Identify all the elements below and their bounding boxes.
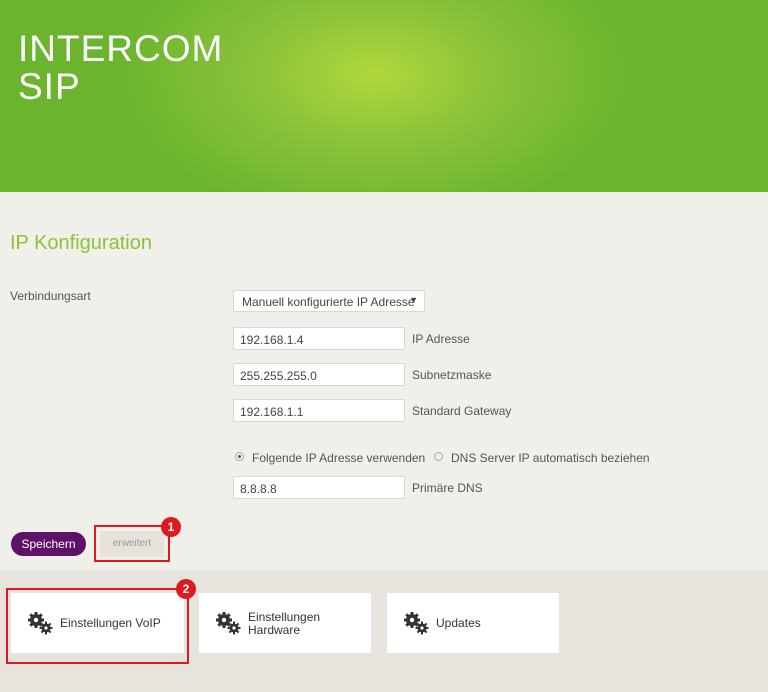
brand-line2: SIP xyxy=(18,66,81,107)
radio-auto-dns[interactable] xyxy=(434,452,443,461)
tile-hardware-label-line2: Hardware xyxy=(248,623,301,637)
brand-line1: INTERCOM xyxy=(18,28,224,69)
subnet-mask-input[interactable]: 255.255.255.0 xyxy=(233,363,405,386)
connection-type-label: Verbindungsart xyxy=(10,289,91,303)
connection-type-value: Manuell konfigurierte IP Adresse xyxy=(242,295,415,309)
ip-address-label: IP Adresse xyxy=(412,332,470,346)
save-button[interactable]: Speichern xyxy=(11,532,86,556)
gateway-label: Standard Gateway xyxy=(412,404,512,418)
annotation-badge-1: 1 xyxy=(161,517,181,537)
highlight-box-2 xyxy=(6,588,189,664)
page-title: IP Konfiguration xyxy=(10,232,152,254)
connection-type-select[interactable]: Manuell konfigurierte IP Adresse ▼ xyxy=(233,290,425,312)
brand-logo: INTERCOM SIP xyxy=(18,30,223,106)
highlight-box-1 xyxy=(94,525,170,562)
tile-hardware-settings[interactable]: Einstellungen Hardware xyxy=(199,593,371,653)
header-banner: INTERCOM SIP xyxy=(0,0,768,192)
radio-auto-dns-label[interactable]: DNS Server IP automatisch beziehen xyxy=(451,451,650,465)
annotation-badge-2: 2 xyxy=(176,579,196,599)
tile-hardware-label: Einstellungen Hardware xyxy=(248,611,320,637)
ip-address-input[interactable]: 192.168.1.4 xyxy=(233,327,405,350)
radio-manual-dns-label[interactable]: Folgende IP Adresse verwenden xyxy=(252,451,425,465)
gateway-input[interactable]: 192.168.1.1 xyxy=(233,399,405,422)
radio-manual-dns[interactable] xyxy=(235,452,244,461)
primary-dns-input[interactable]: 8.8.8.8 xyxy=(233,476,405,499)
gears-icon xyxy=(216,612,241,635)
tile-updates[interactable]: Updates xyxy=(387,593,559,653)
chevron-down-icon: ▼ xyxy=(409,295,418,305)
primary-dns-label: Primäre DNS xyxy=(412,481,483,495)
subnet-mask-label: Subnetzmaske xyxy=(412,368,492,382)
gears-icon xyxy=(404,612,429,635)
tile-updates-label: Updates xyxy=(436,616,481,630)
